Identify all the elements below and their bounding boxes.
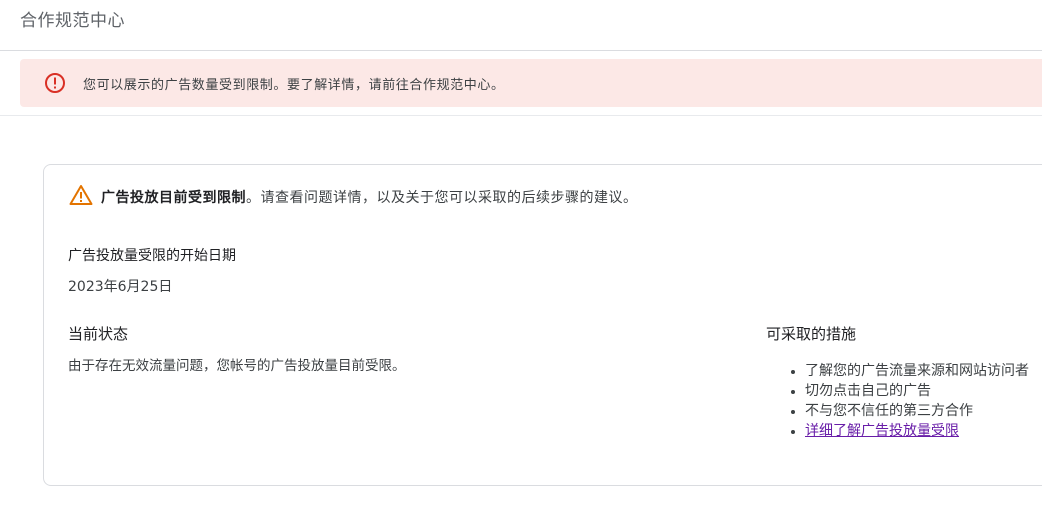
restriction-summary-bold: 广告投放目前受到限制 — [101, 190, 246, 206]
restriction-summary: 广告投放目前受到限制。请查看问题详情，以及关于您可以采取的后续步骤的建议。 — [101, 187, 638, 207]
restriction-alert-banner: 您可以展示的广告数量受到限制。要了解详情，请前往合作规范中心。 — [20, 59, 1042, 107]
action-item-trusted-partners: 不与您不信任的第三方合作 — [787, 401, 1029, 421]
warning-icon — [69, 184, 93, 206]
section-divider — [0, 115, 1042, 116]
start-date-value: 2023年6月25日 — [68, 279, 173, 295]
header-divider — [0, 50, 1042, 51]
page-title: 合作规范中心 — [20, 11, 125, 31]
restriction-details-card: 广告投放目前受到限制。请查看问题详情，以及关于您可以采取的后续步骤的建议。 广告… — [43, 164, 1042, 486]
alert-message[interactable]: 您可以展示的广告数量受到限制。要了解详情，请前往合作规范中心。 — [83, 74, 505, 93]
actions-list: 了解您的广告流量来源和网站访问者 切勿点击自己的广告 不与您不信任的第三方合作 … — [787, 361, 1029, 441]
action-item-traffic-sources: 了解您的广告流量来源和网站访问者 — [787, 361, 1029, 381]
start-date-label: 广告投放量受限的开始日期 — [68, 248, 236, 264]
actions-heading: 可采取的措施 — [766, 325, 857, 343]
action-item-no-self-click: 切勿点击自己的广告 — [787, 381, 1029, 401]
restriction-summary-text: 。请查看问题详情，以及关于您可以采取的后续步骤的建议。 — [246, 190, 638, 206]
current-status-value: 由于存在无效流量问题，您帐号的广告投放量目前受限。 — [68, 358, 406, 374]
error-icon — [44, 72, 66, 94]
learn-more-link[interactable]: 详细了解广告投放量受限 — [805, 423, 959, 439]
current-status-heading: 当前状态 — [68, 325, 129, 343]
action-item-learn-more: 详细了解广告投放量受限 — [787, 421, 1029, 441]
policy-center-page: 合作规范中心 您可以展示的广告数量受到限制。要了解详情，请前往合作规范中心。 广… — [0, 0, 1042, 515]
